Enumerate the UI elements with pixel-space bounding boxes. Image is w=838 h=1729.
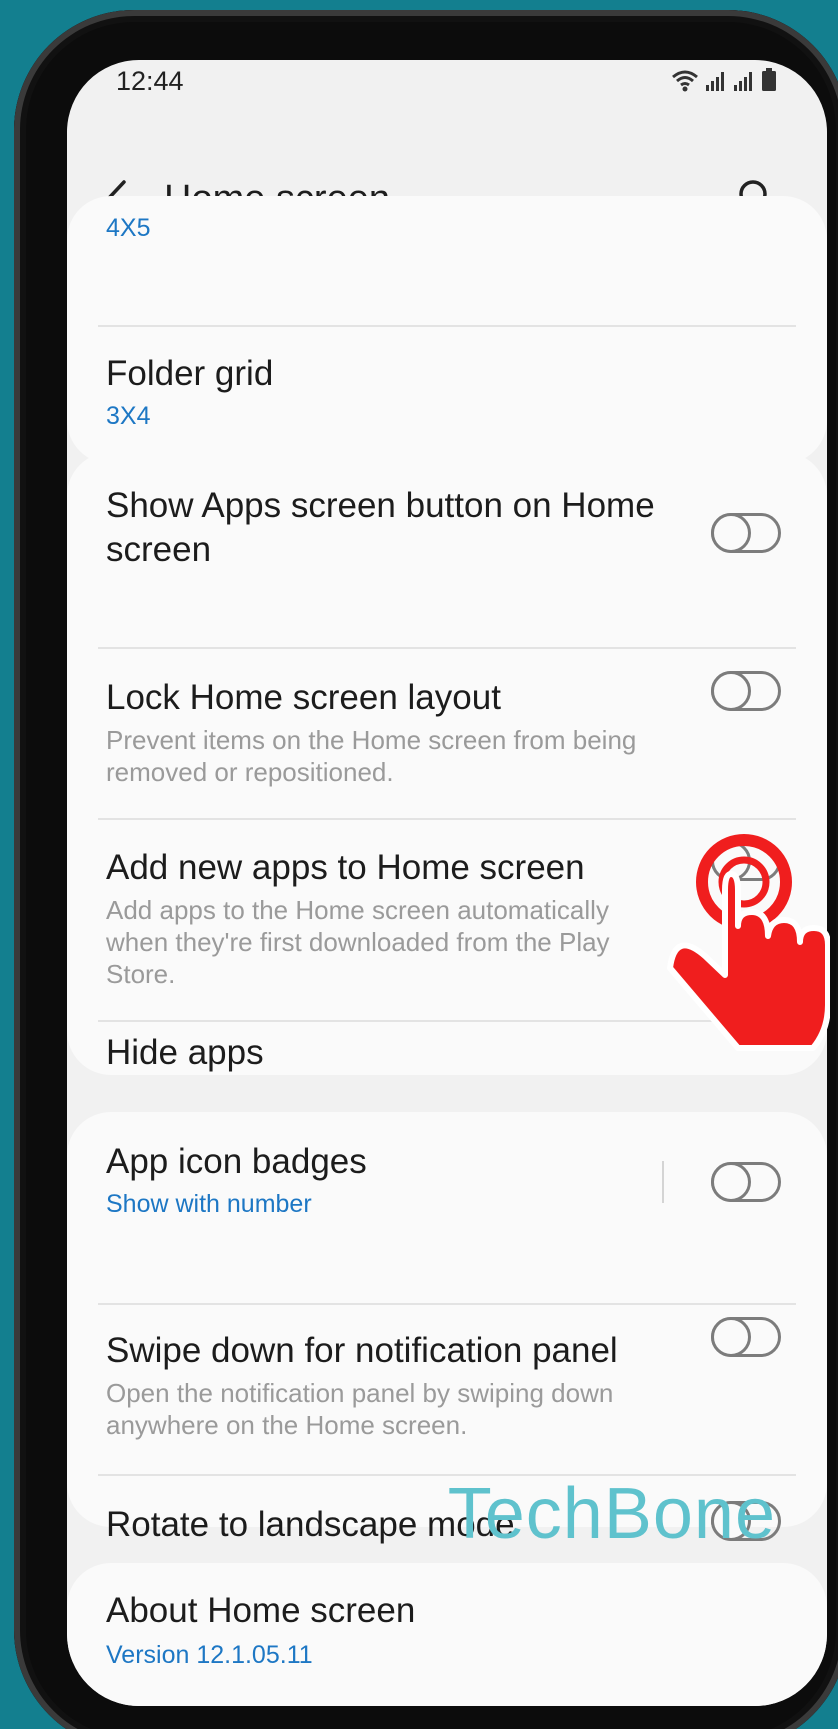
lock-layout-toggle[interactable] (711, 671, 781, 711)
about-home-screen-row[interactable]: About Home screen Version 12.1.05.11 (106, 1589, 777, 1671)
status-time: 12:44 (116, 66, 184, 96)
swipe-down-row[interactable]: Swipe down for notification panel Open t… (106, 1329, 677, 1441)
add-new-apps-row[interactable]: Add new apps to Home screen Add apps to … (106, 846, 677, 990)
signal-icon-2 (734, 72, 752, 91)
app-icon-badges-title: App icon badges (106, 1142, 367, 1181)
folder-grid-value: 3X4 (106, 402, 151, 430)
status-bar: 12:44 (67, 60, 827, 112)
add-new-apps-title: Add new apps to Home screen (106, 848, 585, 887)
about-version: Version 12.1.05.11 (106, 1641, 313, 1669)
show-apps-button-title: Show Apps screen button on Home screen (106, 486, 655, 569)
battery-icon (762, 68, 776, 91)
lock-layout-description: Prevent items on the Home screen from be… (106, 725, 637, 787)
swipe-down-title: Swipe down for notification panel (106, 1331, 618, 1370)
show-apps-button-toggle[interactable] (711, 513, 781, 553)
add-new-apps-description: Add apps to the Home screen automaticall… (106, 895, 610, 989)
vertical-separator (662, 1161, 664, 1203)
divider (98, 325, 796, 327)
about-card: About Home screen Version 12.1.05.11 (67, 1563, 827, 1706)
folder-grid-title: Folder grid (106, 354, 274, 393)
status-icons (671, 68, 777, 92)
home-screen-grid-row[interactable]: 4X5 (106, 196, 777, 244)
misc-settings-card: App icon badges Show with number Swipe d… (67, 1112, 827, 1544)
techbone-watermark: TechBone (447, 1474, 776, 1554)
wifi-icon (672, 70, 698, 92)
about-home-screen-title: About Home screen (106, 1591, 416, 1630)
folder-grid-row[interactable]: Folder grid 3X4 (106, 352, 777, 432)
lock-layout-title: Lock Home screen layout (106, 678, 501, 717)
grid-settings-card: 4X5 Folder grid 3X4 (67, 196, 827, 464)
show-apps-button-row[interactable]: Show Apps screen button on Home screen (106, 484, 677, 572)
app-icon-badges-toggle[interactable] (711, 1162, 781, 1202)
app-icon-badges-value: Show with number (106, 1190, 312, 1218)
app-icon-badges-row[interactable]: App icon badges Show with number (106, 1140, 647, 1220)
home-screen-grid-value: 4X5 (106, 214, 151, 242)
signal-icon (706, 72, 724, 91)
swipe-down-toggle[interactable] (711, 1317, 781, 1357)
lock-layout-row[interactable]: Lock Home screen layout Prevent items on… (106, 676, 677, 788)
divider (98, 1303, 796, 1305)
tap-gesture-icon (667, 834, 830, 1051)
swipe-down-description: Open the notification panel by swiping d… (106, 1378, 614, 1440)
divider (98, 647, 796, 649)
